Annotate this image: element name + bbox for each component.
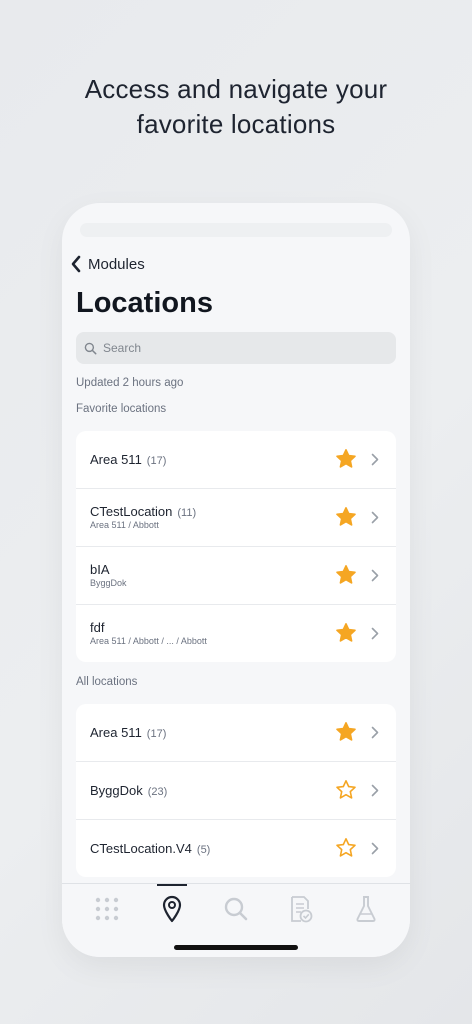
tab-lab[interactable]: [351, 894, 381, 924]
location-name-line: ByggDok (23): [90, 783, 167, 798]
star-filled-icon[interactable]: [335, 506, 357, 528]
search-input[interactable]: Search: [76, 332, 396, 364]
search-placeholder: Search: [103, 341, 142, 355]
location-name: Area 511: [90, 452, 142, 467]
location-path: Area 511 / Abbott / ... / Abbott: [90, 636, 207, 646]
location-name: CTestLocation.V4: [90, 841, 192, 856]
chevron-right-icon: [371, 627, 379, 640]
home-indicator: [174, 945, 298, 950]
location-name: Area 511: [90, 725, 142, 740]
back-label: Modules: [88, 255, 145, 273]
flask-icon: [356, 896, 376, 922]
favorites-list: Area 511 (17) CTestLocation (11) Area 511 / …: [76, 431, 396, 662]
marketing-headline: Access and navigate your favorite locati…: [0, 72, 472, 142]
tab-search[interactable]: [221, 894, 251, 924]
tab-modules[interactable]: [92, 894, 122, 924]
location-name: fdf: [90, 620, 105, 635]
checklist-document-icon: [291, 896, 313, 923]
search-icon: [84, 342, 97, 354]
chevron-left-icon: [71, 255, 81, 273]
location-name-line: Area 511 (17): [90, 725, 166, 740]
location-path: Area 511 / Abbott: [90, 520, 159, 530]
headline-line-2: favorite locations: [136, 109, 336, 139]
all-locations-list: Area 511 (17) ByggDok (23) CTestLocation.V4 (…: [76, 704, 396, 877]
location-count: (23): [147, 786, 168, 798]
location-name-line: CTestLocation (11): [90, 504, 196, 519]
location-count: (17): [146, 455, 167, 467]
location-name-line: CTestLocation.V4 (5): [90, 841, 210, 856]
search-icon: [224, 897, 248, 921]
chevron-right-icon: [371, 842, 379, 855]
location-row[interactable]: Area 511 (17): [76, 704, 396, 762]
favorites-heading: Favorite locations: [76, 403, 167, 415]
star-filled-icon[interactable]: [335, 448, 357, 470]
location-row[interactable]: fdf Area 511 / Abbott / ... / Abbott: [76, 605, 396, 662]
location-name: ByggDok: [90, 783, 143, 798]
location-name-line: bIA: [90, 562, 115, 577]
location-row[interactable]: bIA ByggDok: [76, 547, 396, 605]
location-name: bIA: [90, 562, 110, 577]
star-filled-icon[interactable]: [335, 721, 357, 743]
updated-status: Updated 2 hours ago: [76, 377, 184, 389]
location-row[interactable]: CTestLocation (11) Area 511 / Abbott: [76, 489, 396, 547]
location-count: (11): [177, 507, 197, 519]
location-name-line: Area 511 (17): [90, 452, 166, 467]
star-outline-icon[interactable]: [335, 779, 357, 801]
page-title: Locations: [76, 287, 213, 319]
tab-checklists[interactable]: [286, 894, 316, 924]
star-outline-icon[interactable]: [335, 837, 357, 859]
location-pin-icon: [162, 895, 182, 923]
location-row[interactable]: CTestLocation.V4 (5): [76, 820, 396, 877]
chevron-right-icon: [371, 726, 379, 739]
location-name-line: fdf: [90, 620, 109, 635]
location-row[interactable]: Area 511 (17): [76, 431, 396, 489]
location-count: (5): [196, 844, 211, 856]
all-locations-heading: All locations: [76, 676, 138, 688]
headline-line-1: Access and navigate your: [84, 74, 388, 104]
chevron-right-icon: [371, 453, 379, 466]
chevron-right-icon: [371, 784, 379, 797]
chevron-right-icon: [371, 569, 379, 582]
star-filled-icon[interactable]: [335, 622, 357, 644]
status-bar-area: [80, 223, 392, 237]
chevron-right-icon: [371, 511, 379, 524]
phone-frame: Modules Locations Search Updated 2 hours…: [62, 203, 410, 957]
tab-locations[interactable]: [157, 894, 187, 924]
back-button[interactable]: Modules: [70, 255, 145, 273]
location-name: CTestLocation: [90, 504, 173, 519]
star-filled-icon[interactable]: [335, 564, 357, 586]
location-path: ByggDok: [90, 578, 127, 588]
location-count: (17): [146, 728, 167, 740]
grid-icon: [95, 897, 119, 921]
active-tab-indicator: [157, 884, 187, 886]
location-row[interactable]: ByggDok (23): [76, 762, 396, 820]
